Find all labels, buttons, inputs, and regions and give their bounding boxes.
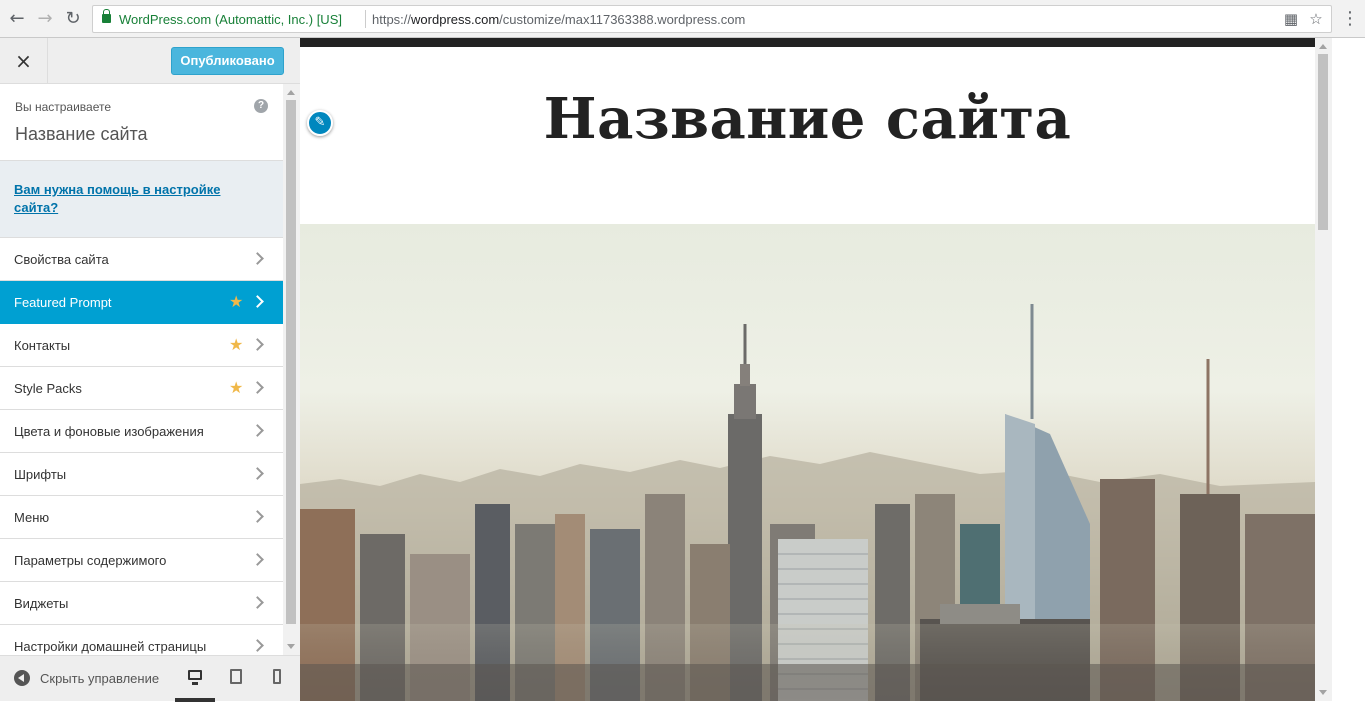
chevron-right-icon [251, 510, 264, 523]
star-icon: ★ [229, 292, 244, 311]
chevron-right-icon [251, 338, 264, 351]
star-icon: ★ [229, 335, 244, 354]
scroll-up-arrow-icon[interactable] [287, 90, 295, 95]
menu-item[interactable]: Свойства сайта [0, 238, 283, 281]
certificate-label: WordPress.com (Automattic, Inc.) [US] [119, 12, 342, 27]
city-skyline-image [300, 304, 1315, 701]
collapse-arrow-icon[interactable] [14, 670, 30, 686]
menu-item-label: Шрифты [14, 467, 67, 482]
menu-item-label: Featured Prompt [14, 295, 112, 310]
menu-item[interactable]: Меню [0, 496, 283, 539]
url-divider [365, 10, 366, 28]
forward-arrow-icon[interactable]: → [34, 8, 56, 30]
chevron-right-icon [251, 639, 264, 652]
url-host: wordpress.com [411, 12, 500, 27]
menu-item-label: Виджеты [14, 596, 69, 611]
customizing-site-title: Название сайта [15, 124, 148, 144]
browser-toolbar: ← → ↻ WordPress.com (Automattic, Inc.) [… [0, 0, 1365, 38]
menu-item[interactable]: Параметры содержимого [0, 539, 283, 582]
menu-item[interactable]: Контакты ★ [0, 324, 283, 367]
menu-item-label: Цвета и фоновые изображения [14, 424, 204, 439]
scroll-down-arrow-icon[interactable] [287, 644, 295, 649]
menu-item[interactable]: Цвета и фоновые изображения [0, 410, 283, 453]
preview-mobile-button[interactable] [257, 656, 297, 702]
menu-item-label: Свойства сайта [14, 252, 109, 267]
menu-item-label: Меню [14, 510, 50, 525]
menu-item-label: Контакты [14, 338, 71, 353]
preview-scroll-up-arrow-icon[interactable] [1319, 44, 1327, 49]
translate-icon[interactable]: ▦ [1282, 10, 1300, 28]
help-icon[interactable]: ? [254, 99, 268, 113]
preview-desktop-button[interactable] [175, 656, 215, 702]
chevron-right-icon [251, 467, 264, 480]
url-text[interactable]: https://wordpress.com/customize/max11736… [372, 12, 745, 27]
sidebar-scrollbar[interactable] [283, 84, 300, 655]
desktop-icon [188, 670, 202, 685]
preview-scrollbar[interactable] [1315, 38, 1332, 701]
customizer-header: × Опубликовано [0, 38, 300, 84]
menu-item[interactable]: Виджеты [0, 582, 283, 625]
help-link[interactable]: Вам нужна помощь в настройке сайта? [14, 181, 264, 217]
window-edge [1332, 38, 1365, 701]
url-path: /customize/max117363388.wordpress.com [499, 12, 746, 27]
close-icon[interactable]: × [0, 38, 48, 84]
chevron-right-icon [251, 295, 264, 308]
customizer-panel: Вы настраиваете Название сайта ? Вам нуж… [0, 84, 283, 655]
customizer-footer: Скрыть управление [0, 655, 300, 702]
address-bar[interactable]: WordPress.com (Automattic, Inc.) [US] ht… [92, 5, 1332, 33]
url-scheme: https:// [372, 12, 412, 27]
customizing-info: Вы настраиваете Название сайта ? [0, 84, 283, 161]
menu-item[interactable]: Style Packs ★ [0, 367, 283, 410]
chevron-right-icon [251, 553, 264, 566]
chevron-right-icon [251, 596, 264, 609]
collapse-sidebar-button[interactable]: Скрыть управление [40, 671, 159, 686]
customizing-caption: Вы настраиваете [15, 100, 112, 114]
menu-item-label: Настройки домашней страницы [14, 639, 207, 654]
preview-scroll-down-arrow-icon[interactable] [1319, 690, 1327, 695]
hero-image [300, 224, 1315, 701]
mobile-icon [273, 669, 281, 684]
bookmark-star-icon[interactable]: ☆ [1307, 10, 1325, 28]
browser-menu-icon[interactable]: ⋮ [1341, 8, 1359, 30]
scroll-thumb[interactable] [286, 100, 296, 624]
publish-button[interactable]: Опубликовано [171, 47, 284, 75]
preview-tablet-button[interactable] [216, 656, 256, 702]
chevron-right-icon [251, 252, 264, 265]
tablet-icon [230, 669, 242, 684]
menu-item-label: Style Packs [14, 381, 82, 396]
lock-icon [102, 9, 111, 23]
reload-icon[interactable]: ↻ [62, 8, 84, 30]
chevron-right-icon [251, 381, 264, 394]
chevron-right-icon [251, 424, 264, 437]
site-preview: ✎ Название сайта [300, 38, 1315, 701]
customizer-menu: Свойства сайта Featured Prompt ★ Контакты ★ S… [0, 238, 283, 655]
menu-item[interactable]: Featured Prompt ★ [0, 281, 283, 324]
preview-site-title: Название сайта [543, 86, 1072, 152]
help-box: Вам нужна помощь в настройке сайта? [0, 161, 283, 238]
menu-item-label: Параметры содержимого [14, 553, 167, 568]
customizer-sidebar: × Опубликовано Вы настраиваете Название … [0, 38, 300, 702]
preview-top-bar [300, 38, 1315, 47]
back-arrow-icon[interactable]: ← [6, 8, 28, 30]
menu-item[interactable]: Шрифты [0, 453, 283, 496]
star-icon: ★ [229, 378, 244, 397]
preview-scroll-thumb[interactable] [1318, 54, 1328, 230]
menu-item[interactable]: Настройки домашней страницы [0, 625, 283, 655]
